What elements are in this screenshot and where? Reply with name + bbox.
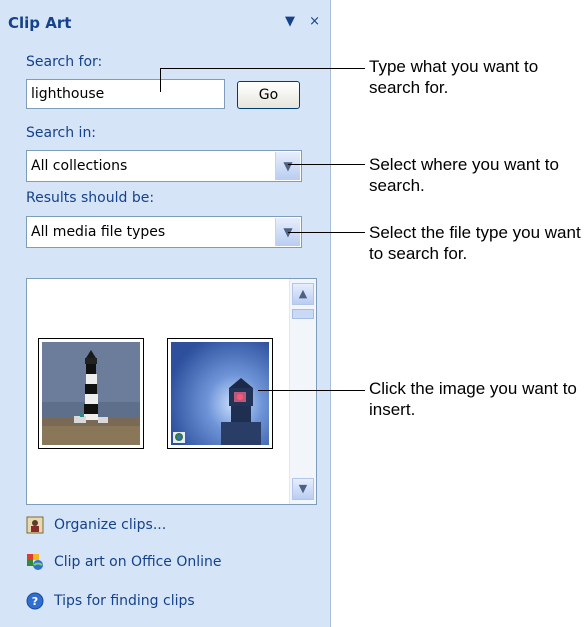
pane-menu-dropdown-icon[interactable]: ▼ bbox=[285, 14, 295, 29]
search-in-value: All collections bbox=[31, 158, 128, 174]
scroll-down-icon[interactable]: ▼ bbox=[292, 478, 314, 500]
callout-line-image bbox=[258, 390, 365, 391]
help-icon: ? bbox=[26, 592, 44, 610]
organize-clips-link[interactable]: Organize clips... bbox=[26, 516, 166, 534]
lighthouse-striped-image bbox=[42, 342, 140, 445]
svg-text:?: ? bbox=[32, 595, 38, 608]
search-input[interactable] bbox=[26, 79, 225, 109]
lighthouse-night-image bbox=[171, 342, 269, 445]
clip-art-online-link[interactable]: Clip art on Office Online bbox=[26, 553, 222, 571]
clip-thumbnail-lighthouse-night[interactable] bbox=[167, 338, 273, 449]
pane-close-icon[interactable]: × bbox=[309, 14, 320, 29]
office-online-icon bbox=[26, 553, 44, 571]
organize-clips-icon bbox=[26, 516, 44, 534]
callout-search: Type what you want to search for. bbox=[369, 57, 539, 97]
clip-thumbnail-lighthouse-striped[interactable] bbox=[38, 338, 144, 449]
clip-art-task-pane: Clip Art ▼ × Search for: Go Search in: A… bbox=[0, 0, 331, 627]
organize-clips-label: Organize clips... bbox=[54, 517, 167, 533]
results-type-label: Results should be: bbox=[26, 190, 155, 206]
search-for-label: Search for: bbox=[26, 54, 103, 70]
pane-title: Clip Art bbox=[8, 14, 72, 32]
callout-file-type: Select the file type you want to search … bbox=[369, 223, 581, 263]
clip-art-online-label: Clip art on Office Online bbox=[54, 554, 222, 570]
results-type-value: All media file types bbox=[31, 224, 166, 240]
tips-finding-clips-label: Tips for finding clips bbox=[54, 593, 195, 609]
scroll-thumb[interactable] bbox=[292, 309, 314, 319]
tips-finding-clips-link[interactable]: ? Tips for finding clips bbox=[26, 592, 195, 610]
search-in-select[interactable]: All collections ▼ bbox=[26, 150, 302, 182]
pane-controls: ▼ × bbox=[275, 14, 320, 29]
callout-line-search-horizontal bbox=[160, 68, 365, 69]
callout-image: Click the image you want to insert. bbox=[369, 379, 577, 419]
search-in-label: Search in: bbox=[26, 125, 97, 141]
results-list: ▲ ▼ bbox=[26, 278, 317, 505]
results-type-select[interactable]: All media file types ▼ bbox=[26, 216, 302, 248]
callout-line-search-vertical bbox=[160, 68, 161, 92]
scroll-up-icon[interactable]: ▲ bbox=[292, 283, 314, 305]
results-scrollbar[interactable]: ▲ ▼ bbox=[289, 279, 316, 504]
callout-line-search-in bbox=[288, 164, 365, 165]
callout-line-type bbox=[288, 232, 365, 233]
go-button[interactable]: Go bbox=[237, 81, 300, 109]
chevron-down-icon[interactable]: ▼ bbox=[275, 152, 300, 180]
callout-search-in: Select where you want to search. bbox=[369, 155, 559, 195]
